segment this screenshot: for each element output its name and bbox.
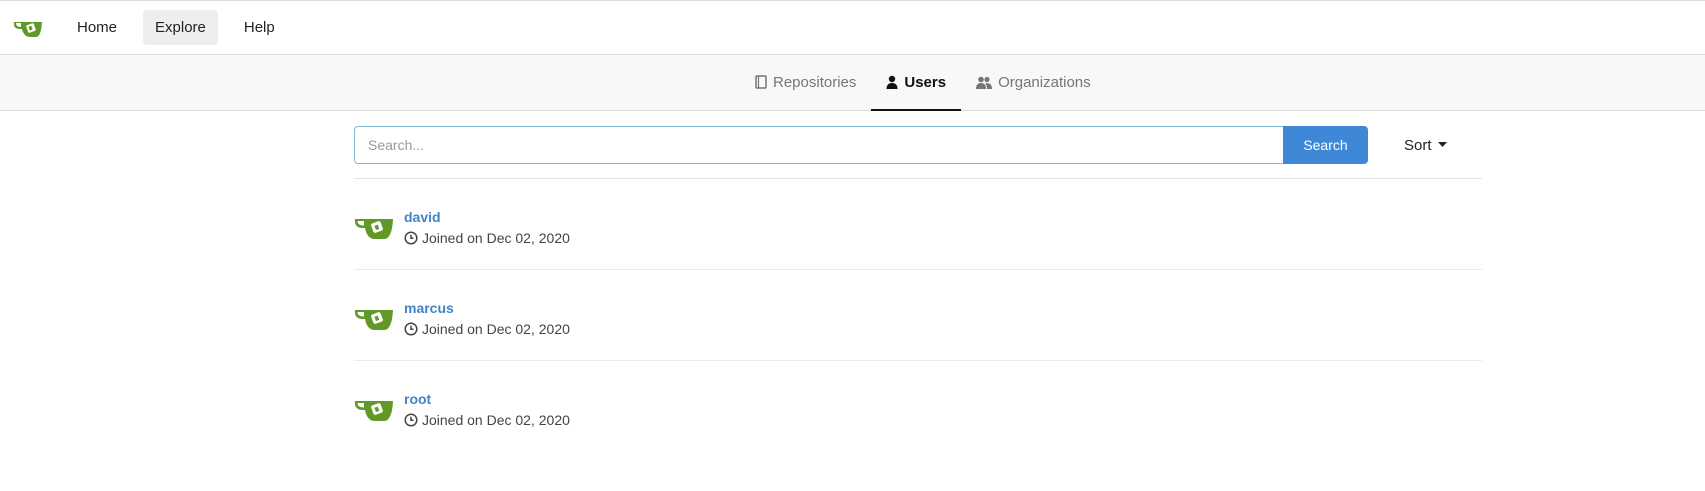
sort-dropdown[interactable]: Sort	[1404, 126, 1447, 164]
avatar[interactable]	[354, 395, 394, 423]
user-name-link[interactable]: marcus	[404, 300, 454, 316]
avatar[interactable]	[354, 213, 394, 241]
joined-date: Joined on Dec 02, 2020	[404, 412, 570, 428]
people-icon	[976, 76, 993, 89]
tab-repositories-label: Repositories	[773, 73, 857, 91]
sort-label: Sort	[1404, 136, 1432, 154]
explore-tab-bar: Repositories Users Organizations	[0, 55, 1705, 111]
clock-icon	[404, 413, 418, 427]
gitea-teacup-icon[interactable]	[13, 17, 43, 39]
joined-date: Joined on Dec 02, 2020	[404, 321, 570, 337]
nav-help[interactable]: Help	[232, 10, 287, 45]
clock-icon	[404, 231, 418, 245]
book-icon	[755, 75, 767, 89]
nav-explore[interactable]: Explore	[143, 10, 218, 45]
user-row: root Joined on Dec 02, 2020	[354, 361, 1482, 452]
joined-date-text: Joined on Dec 02, 2020	[422, 321, 570, 337]
person-icon	[886, 75, 898, 89]
top-navbar: Home Explore Help	[0, 0, 1705, 55]
nav-home[interactable]: Home	[65, 10, 129, 45]
tab-repositories[interactable]: Repositories	[740, 55, 871, 111]
clock-icon	[404, 322, 418, 336]
caret-down-icon	[1437, 142, 1447, 147]
tab-organizations-label: Organizations	[998, 73, 1091, 91]
user-row: marcus Joined on Dec 02, 2020	[354, 270, 1482, 361]
tab-organizations[interactable]: Organizations	[961, 55, 1106, 111]
search-input[interactable]	[354, 126, 1284, 164]
avatar[interactable]	[354, 304, 394, 332]
search-button[interactable]: Search	[1283, 126, 1368, 164]
user-name-link[interactable]: root	[404, 391, 431, 407]
tab-users-label: Users	[904, 73, 947, 91]
joined-date-text: Joined on Dec 02, 2020	[422, 230, 570, 246]
user-list: david Joined on Dec 02, 2020 marcus Join…	[354, 179, 1482, 452]
joined-date-text: Joined on Dec 02, 2020	[422, 412, 570, 428]
search-row: Search Sort	[354, 126, 1482, 165]
tab-users[interactable]: Users	[871, 55, 962, 111]
user-name-link[interactable]: david	[404, 209, 441, 225]
joined-date: Joined on Dec 02, 2020	[404, 230, 570, 246]
user-row: david Joined on Dec 02, 2020	[354, 179, 1482, 270]
